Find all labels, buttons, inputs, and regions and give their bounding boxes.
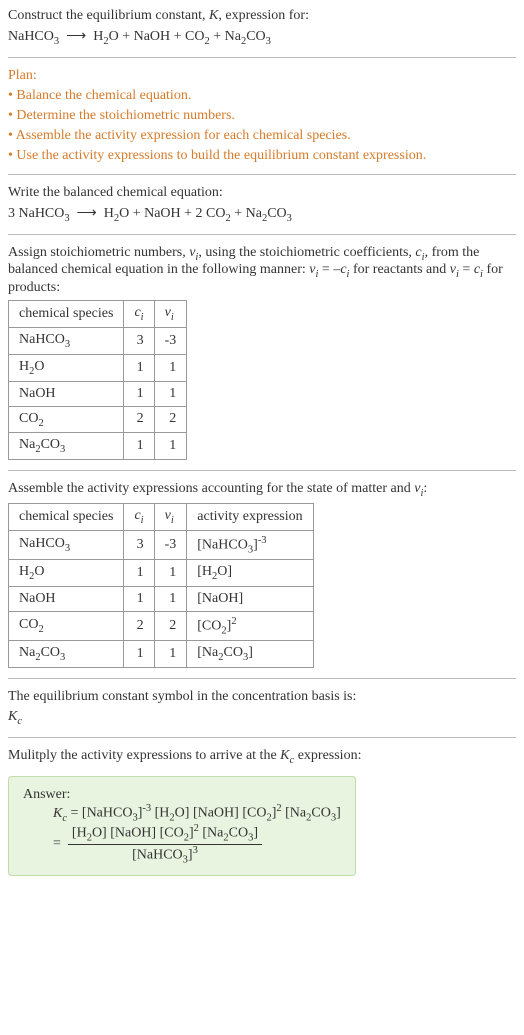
fraction-numerator: [H2O] [NaOH] [CO2]2 [Na2CO3]: [68, 823, 262, 844]
activity-cell: [H2O]: [187, 560, 313, 587]
plan-item: • Balance the chemical equation.: [8, 88, 516, 104]
plan-item-text: Use the activity expressions to build th…: [16, 148, 426, 163]
plan-item-text: Determine the stoichiometric numbers.: [16, 108, 235, 123]
activity-heading: Assemble the activity expressions accoun…: [8, 481, 516, 499]
balanced-equation: 3 NaHCO3 ⟶ H2O + NaOH + 2 CO2 + Na2CO3: [8, 205, 516, 224]
stoich-table: chemical species ci νi NaHCO3 3 -3 H2O 1…: [8, 300, 187, 460]
divider: [8, 678, 516, 679]
table-row: CO2 2 2 [CO2]2: [9, 612, 314, 641]
activity-cell: [CO2]2: [187, 612, 313, 641]
table-row: CO2 2 2: [9, 406, 187, 433]
vi-cell: 1: [154, 381, 187, 406]
divider: [8, 234, 516, 235]
plan-item: • Determine the stoichiometric numbers.: [8, 108, 516, 124]
plan-item: • Assemble the activity expression for e…: [8, 128, 516, 144]
species-cell: Na2CO3: [9, 433, 124, 460]
species-cell: H2O: [9, 354, 124, 381]
divider: [8, 737, 516, 738]
vi-cell: 1: [154, 433, 187, 460]
multiply-heading: Mulitply the activity expressions to arr…: [8, 748, 516, 766]
species-cell: NaHCO3: [9, 530, 124, 559]
ci-cell: 2: [124, 612, 154, 641]
species-cell: NaOH: [9, 381, 124, 406]
ci-cell: 3: [124, 327, 154, 354]
ci-cell: 1: [124, 560, 154, 587]
species-cell: Na2CO3: [9, 641, 124, 668]
assign-text: Assign stoichiometric numbers, νi, using…: [8, 245, 516, 297]
divider: [8, 174, 516, 175]
symbol-line1: The equilibrium constant symbol in the c…: [8, 689, 516, 705]
plan-item: • Use the activity expressions to build …: [8, 148, 516, 164]
symbol-line2: Kc: [8, 709, 516, 727]
col-header: activity expression: [187, 503, 313, 530]
ci-cell: 1: [124, 354, 154, 381]
plan-item-text: Assemble the activity expression for eac…: [16, 128, 351, 143]
col-header: ci: [124, 301, 154, 328]
vi-cell: 1: [154, 641, 187, 668]
activity-table: chemical species ci νi activity expressi…: [8, 503, 314, 668]
species-cell: NaOH: [9, 587, 124, 612]
vi-cell: -3: [154, 327, 187, 354]
balanced-heading: Write the balanced chemical equation:: [8, 185, 516, 201]
plan-item-text: Balance the chemical equation.: [16, 88, 191, 103]
answer-label: Answer:: [23, 787, 341, 803]
ci-cell: 1: [124, 587, 154, 612]
intro-line1: Construct the equilibrium constant, K, e…: [8, 8, 516, 24]
activity-cell: [Na2CO3]: [187, 641, 313, 668]
table-row: NaOH 1 1: [9, 381, 187, 406]
species-cell: H2O: [9, 560, 124, 587]
table-row: NaOH 1 1 [NaOH]: [9, 587, 314, 612]
answer-expression: Kc = [NaHCO3]-3 [H2O] [NaOH] [CO2]2 [Na2…: [23, 803, 341, 865]
plan-heading: Plan:: [8, 68, 516, 84]
ci-cell: 2: [124, 406, 154, 433]
answer-fraction: [H2O] [NaOH] [CO2]2 [Na2CO3] [NaHCO3]3: [68, 823, 262, 865]
species-cell: NaHCO3: [9, 327, 124, 354]
vi-cell: 1: [154, 560, 187, 587]
divider: [8, 57, 516, 58]
vi-cell: 1: [154, 354, 187, 381]
species-cell: CO2: [9, 406, 124, 433]
table-row: H2O 1 1: [9, 354, 187, 381]
activity-cell: [NaOH]: [187, 587, 313, 612]
species-cell: CO2: [9, 612, 124, 641]
table-row: H2O 1 1 [H2O]: [9, 560, 314, 587]
ci-cell: 1: [124, 433, 154, 460]
col-header: chemical species: [9, 301, 124, 328]
answer-box: Answer: Kc = [NaHCO3]-3 [H2O] [NaOH] [CO…: [8, 776, 356, 876]
vi-cell: -3: [154, 530, 187, 559]
fraction-denominator: [NaHCO3]3: [68, 845, 262, 865]
col-header: ci: [124, 503, 154, 530]
table-row: NaHCO3 3 -3: [9, 327, 187, 354]
table-header-row: chemical species ci νi: [9, 301, 187, 328]
intro-equation: NaHCO3 ⟶ H2O + NaOH + CO2 + Na2CO3: [8, 28, 516, 47]
table-header-row: chemical species ci νi activity expressi…: [9, 503, 314, 530]
vi-cell: 1: [154, 587, 187, 612]
divider: [8, 470, 516, 471]
vi-cell: 2: [154, 612, 187, 641]
ci-cell: 1: [124, 641, 154, 668]
activity-cell: [NaHCO3]-3: [187, 530, 313, 559]
table-row: Na2CO3 1 1 [Na2CO3]: [9, 641, 314, 668]
table-row: Na2CO3 1 1: [9, 433, 187, 460]
ci-cell: 1: [124, 381, 154, 406]
col-header: νi: [154, 301, 187, 328]
table-row: NaHCO3 3 -3 [NaHCO3]-3: [9, 530, 314, 559]
col-header: νi: [154, 503, 187, 530]
vi-cell: 2: [154, 406, 187, 433]
ci-cell: 3: [124, 530, 154, 559]
col-header: chemical species: [9, 503, 124, 530]
